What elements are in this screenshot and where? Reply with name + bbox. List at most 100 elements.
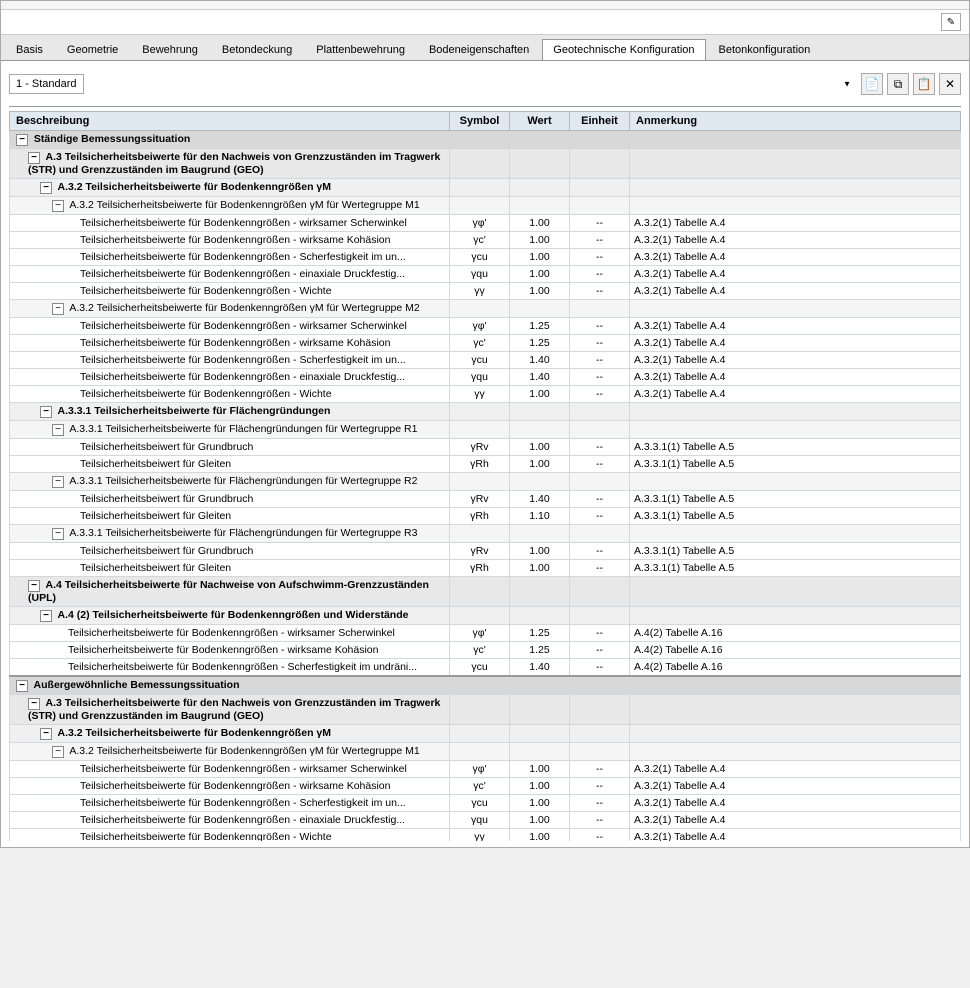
- td-einheit: --: [570, 560, 630, 577]
- td-symbol: [450, 525, 510, 543]
- table-row: Teilsicherheitsbeiwert für GleitenγRh1.0…: [10, 560, 961, 577]
- expand-collapse-icon[interactable]: −: [52, 424, 64, 436]
- tab-bewehrung[interactable]: Bewehrung: [131, 39, 209, 60]
- td-anmerkung: A.3.3.1(1) Tabelle A.5: [630, 543, 961, 560]
- td-anmerkung: [630, 695, 961, 725]
- expand-collapse-icon[interactable]: −: [52, 528, 64, 540]
- td-anmerkung: A.4(2) Tabelle A.16: [630, 642, 961, 659]
- td-symbol: [450, 300, 510, 318]
- tab-betonkonfiguration[interactable]: Betonkonfiguration: [708, 39, 822, 60]
- tab-plattenbewehrung[interactable]: Plattenbewehrung: [305, 39, 416, 60]
- th-anmerkung: Anmerkung: [630, 112, 961, 131]
- td-anmerkung: [630, 525, 961, 543]
- td-symbol: [450, 607, 510, 625]
- td-desc: Teilsicherheitsbeiwerte für Bodenkenngrö…: [10, 266, 450, 283]
- td-symbol: γφ': [450, 215, 510, 232]
- tab-basis[interactable]: Basis: [5, 39, 54, 60]
- desc-text: Teilsicherheitsbeiwert für Grundbruch: [80, 545, 253, 557]
- table-row: − A.3.2 Teilsicherheitsbeiwerte für Bode…: [10, 743, 961, 761]
- td-anmerkung: [630, 473, 961, 491]
- expand-collapse-icon[interactable]: −: [40, 610, 52, 622]
- td-desc: Teilsicherheitsbeiwerte für Bodenkenngrö…: [10, 352, 450, 369]
- uebersicht-row: [9, 103, 961, 107]
- td-symbol: [450, 421, 510, 439]
- table-row: − A.3.3.1 Teilsicherheitsbeiwerte für Fl…: [10, 473, 961, 491]
- td-desc: Teilsicherheitsbeiwerte für Bodenkenngrö…: [10, 249, 450, 266]
- td-desc: − Außergewöhnliche Bemessungssituation: [10, 676, 450, 695]
- td-einheit: --: [570, 659, 630, 677]
- table-row: Teilsicherheitsbeiwerte für Bodenkenngrö…: [10, 642, 961, 659]
- td-einheit: --: [570, 795, 630, 812]
- table-row: Teilsicherheitsbeiwerte für Bodenkenngrö…: [10, 215, 961, 232]
- td-desc: Teilsicherheitsbeiwert für Gleiten: [10, 456, 450, 473]
- td-desc: Teilsicherheitsbeiwert für Gleiten: [10, 508, 450, 525]
- expand-collapse-icon[interactable]: −: [40, 728, 52, 740]
- expand-collapse-icon[interactable]: −: [52, 476, 64, 488]
- table-row: Teilsicherheitsbeiwerte für Bodenkenngrö…: [10, 659, 961, 677]
- desc-text: A.4 Teilsicherheitsbeiwerte für Nachweis…: [28, 579, 429, 604]
- td-symbol: [450, 131, 510, 149]
- desc-text: Teilsicherheitsbeiwerte für Bodenkenngrö…: [80, 763, 407, 775]
- toolbar-btn-delete[interactable]: ✕: [939, 73, 961, 95]
- table-row: Teilsicherheitsbeiwerte für Bodenkenngrö…: [10, 335, 961, 352]
- expand-collapse-icon[interactable]: −: [52, 746, 64, 758]
- td-anmerkung: A.3.2(1) Tabelle A.4: [630, 266, 961, 283]
- table-row: Teilsicherheitsbeiwerte für Bodenkenngrö…: [10, 266, 961, 283]
- toolbar-btn-paste[interactable]: 📋: [913, 73, 935, 95]
- td-desc: Teilsicherheitsbeiwerte für Bodenkenngrö…: [10, 318, 450, 335]
- td-anmerkung: A.3.2(1) Tabelle A.4: [630, 283, 961, 300]
- table-header-row: [1, 1, 969, 10]
- td-symbol: [450, 577, 510, 607]
- edit-icon-button[interactable]: ✎: [941, 13, 961, 31]
- td-symbol: γcu: [450, 249, 510, 266]
- td-wert: 1.00: [510, 543, 570, 560]
- tab-geotechnische-konfiguration[interactable]: Geotechnische Konfiguration: [542, 39, 705, 60]
- expand-collapse-icon[interactable]: −: [40, 406, 52, 418]
- td-wert: 1.40: [510, 369, 570, 386]
- desc-text: A.3.3.1 Teilsicherheitsbeiwerte für Fläc…: [69, 475, 417, 487]
- td-desc: − A.3.3.1 Teilsicherheitsbeiwerte für Fl…: [10, 403, 450, 421]
- expand-collapse-icon[interactable]: −: [52, 200, 64, 212]
- expand-collapse-icon[interactable]: −: [52, 303, 64, 315]
- td-symbol: [450, 197, 510, 215]
- table-scroll-area[interactable]: Beschreibung Symbol Wert Einheit Anmerku…: [9, 111, 961, 841]
- konfiguration-select[interactable]: 1 - Standard: [9, 74, 84, 94]
- td-einheit: --: [570, 491, 630, 508]
- expand-collapse-icon[interactable]: −: [16, 134, 28, 146]
- expand-collapse-icon[interactable]: −: [40, 182, 52, 194]
- content-area: 1 - Standard 📄 ⧉ 📋 ✕ Beschreibung Symbol: [1, 61, 969, 847]
- expand-collapse-icon[interactable]: −: [28, 152, 40, 164]
- table-row: − A.3.3.1 Teilsicherheitsbeiwerte für Fl…: [10, 421, 961, 439]
- td-einheit: --: [570, 625, 630, 642]
- td-symbol: γRv: [450, 491, 510, 508]
- tab-bodeneigenschaften[interactable]: Bodeneigenschaften: [418, 39, 540, 60]
- table-row: Teilsicherheitsbeiwerte für Bodenkenngrö…: [10, 829, 961, 842]
- td-desc: Teilsicherheitsbeiwerte für Bodenkenngrö…: [10, 812, 450, 829]
- desc-text: A.3 Teilsicherheitsbeiwerte für den Nach…: [28, 697, 440, 722]
- td-einheit: [570, 131, 630, 149]
- td-anmerkung: [630, 197, 961, 215]
- toolbar-btn-new[interactable]: 📄: [861, 73, 883, 95]
- desc-text: Teilsicherheitsbeiwerte für Bodenkenngrö…: [80, 354, 406, 366]
- td-anmerkung: A.3.2(1) Tabelle A.4: [630, 761, 961, 778]
- data-row-1: ✎: [1, 10, 969, 35]
- expand-collapse-icon[interactable]: −: [28, 580, 40, 592]
- td-einheit: --: [570, 215, 630, 232]
- td-einheit: --: [570, 266, 630, 283]
- desc-text: Teilsicherheitsbeiwerte für Bodenkenngrö…: [80, 268, 405, 280]
- td-symbol: γc': [450, 232, 510, 249]
- td-einheit: --: [570, 369, 630, 386]
- td-symbol: [450, 695, 510, 725]
- expand-collapse-icon[interactable]: −: [28, 698, 40, 710]
- tab-geometrie[interactable]: Geometrie: [56, 39, 129, 60]
- expand-collapse-icon[interactable]: −: [16, 680, 28, 692]
- konfiguration-select-row: 1 - Standard 📄 ⧉ 📋 ✕: [9, 73, 961, 95]
- toolbar-btn-copy[interactable]: ⧉: [887, 73, 909, 95]
- desc-text: A.3.2 Teilsicherheitsbeiwerte für Bodenk…: [69, 745, 419, 757]
- table-row: Teilsicherheitsbeiwert für GrundbruchγRv…: [10, 491, 961, 508]
- td-wert: [510, 403, 570, 421]
- tab-betondeckung[interactable]: Betondeckung: [211, 39, 303, 60]
- td-einheit: --: [570, 335, 630, 352]
- td-symbol: γRh: [450, 456, 510, 473]
- desc-text: Teilsicherheitsbeiwert für Gleiten: [80, 562, 231, 574]
